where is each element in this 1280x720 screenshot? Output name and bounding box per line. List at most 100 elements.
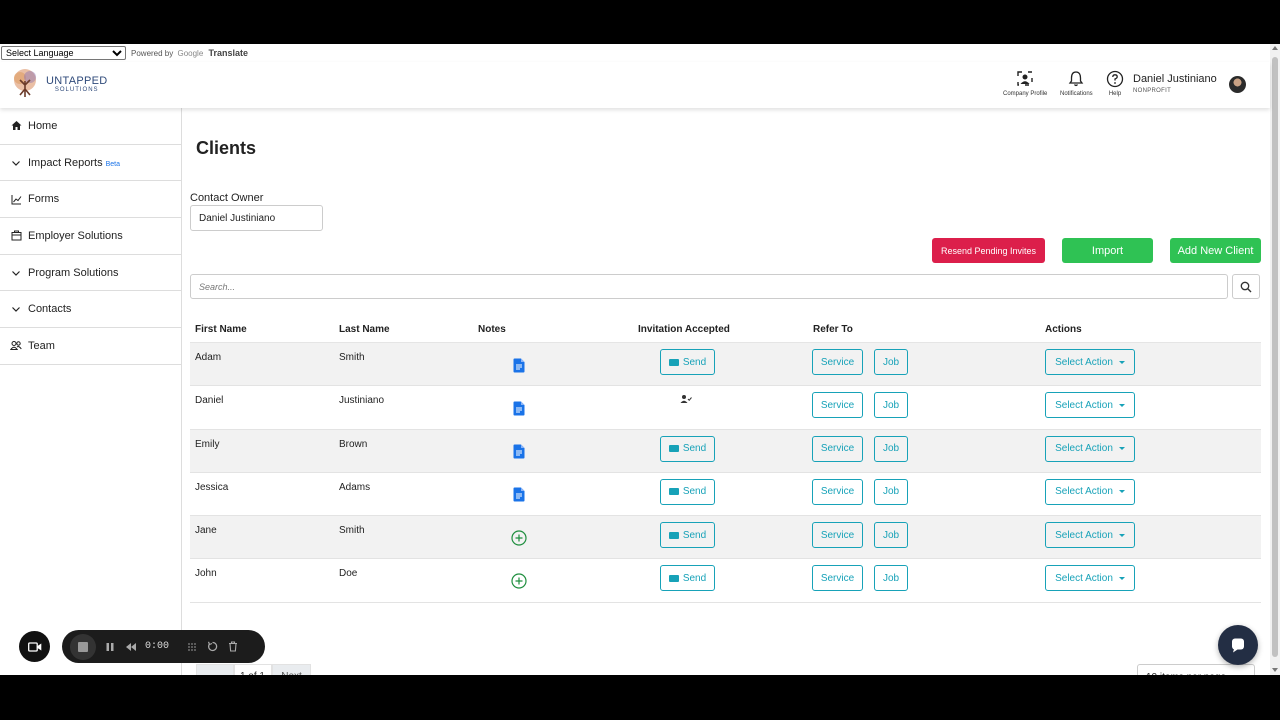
- select-action-dropdown[interactable]: Select Action: [1045, 478, 1135, 505]
- add-circle-icon[interactable]: [511, 573, 527, 590]
- add-new-client-button[interactable]: Add New Client: [1170, 238, 1261, 263]
- document-icon[interactable]: [511, 444, 527, 460]
- select-action-dropdown[interactable]: Select Action: [1045, 522, 1135, 549]
- sidebar-item-team[interactable]: Team: [0, 328, 181, 365]
- company-profile-button[interactable]: Company Profile: [1003, 70, 1047, 97]
- refer-service-button[interactable]: Service: [812, 392, 863, 419]
- header-refer-to: Refer To: [813, 324, 853, 335]
- envelope-icon: [668, 574, 679, 582]
- notifications-button[interactable]: Notifications: [1060, 70, 1093, 97]
- search-button[interactable]: [1232, 274, 1260, 299]
- user-role: NONPROFIT: [1133, 88, 1172, 94]
- refer-service-button[interactable]: Service: [812, 349, 863, 375]
- sidebar-item-contacts[interactable]: Contacts: [0, 291, 181, 329]
- google-translate-bar: Select Language Powered by Google Transl…: [0, 44, 1270, 62]
- avatar[interactable]: [1229, 76, 1246, 93]
- select-action-dropdown[interactable]: Select Action: [1045, 392, 1135, 419]
- sidebar-item-employer-solutions[interactable]: Employer Solutions: [0, 218, 181, 255]
- scroll-up-icon[interactable]: [1272, 46, 1278, 50]
- scroll-down-icon[interactable]: [1272, 668, 1278, 672]
- sidebar-item-forms[interactable]: Forms: [0, 181, 181, 219]
- powered-by-text: Powered by Google Translate: [131, 48, 249, 58]
- contact-owner-select[interactable]: Daniel Justiniano: [190, 205, 323, 231]
- chevron-down-icon: [10, 157, 22, 169]
- last-name-cell: Smith: [339, 352, 365, 363]
- restart-icon[interactable]: [207, 641, 218, 652]
- company-profile-icon: [1017, 71, 1033, 86]
- send-invite-button[interactable]: Send: [660, 565, 715, 592]
- logo-title: UNTAPPED: [46, 74, 108, 87]
- help-icon: [1106, 70, 1124, 88]
- refer-job-button[interactable]: Job: [874, 392, 908, 419]
- document-icon[interactable]: [511, 357, 527, 373]
- next-button[interactable]: Next: [272, 664, 311, 675]
- refer-job-button[interactable]: Job: [874, 522, 908, 549]
- envelope-icon: [668, 488, 679, 496]
- sidebar-item-program-solutions[interactable]: Program Solutions: [0, 255, 181, 292]
- first-name-cell: Jane: [195, 525, 217, 537]
- trash-icon[interactable]: [228, 641, 238, 652]
- brand-logo[interactable]: UNTAPPED SOLUTIONS: [8, 65, 130, 103]
- logo-subtitle: SOLUTIONS: [54, 86, 99, 93]
- document-icon[interactable]: [511, 487, 527, 503]
- recording-timer: 0:00: [145, 641, 170, 652]
- sidebar-item-impact-reports[interactable]: Impact Reports Beta: [0, 145, 181, 182]
- envelope-icon: [668, 445, 679, 453]
- select-action-dropdown[interactable]: Select Action: [1045, 435, 1135, 462]
- send-invite-button[interactable]: Send: [660, 349, 715, 375]
- send-invite-button[interactable]: Send: [660, 478, 715, 505]
- table-row: John Doe Send Service Job Select Action: [190, 559, 1261, 603]
- previous-button[interactable]: [196, 664, 234, 675]
- sidebar: Home Impact Reports Beta Forms Employer …: [0, 108, 182, 675]
- select-action-dropdown[interactable]: Select Action: [1045, 565, 1135, 592]
- items-per-page-select[interactable]: 10 items per page: [1137, 664, 1255, 675]
- pause-icon[interactable]: [105, 642, 115, 652]
- header-invitation-accepted: Invitation Accepted: [638, 324, 730, 335]
- header-first-name[interactable]: First Name: [195, 324, 247, 335]
- user-menu[interactable]: Daniel Justiniano NONPROFIT: [1133, 73, 1217, 94]
- table-body: Adam Smith Send Service Job Select Action Dani…: [190, 343, 1261, 603]
- camera-button[interactable]: [19, 631, 50, 662]
- header-notes: Notes: [478, 324, 506, 335]
- clients-table: First Name Last Name Notes Invitation Ac…: [190, 317, 1261, 603]
- last-name-cell: Justiniano: [339, 395, 385, 407]
- resend-pending-invites-button[interactable]: Resend Pending Invites: [932, 238, 1045, 263]
- sidebar-item-home[interactable]: Home: [0, 108, 181, 145]
- refer-service-button[interactable]: Service: [812, 435, 863, 462]
- send-invite-button[interactable]: Send: [660, 522, 715, 549]
- scrollbar-thumb[interactable]: [1272, 57, 1278, 657]
- language-select[interactable]: Select Language: [1, 46, 126, 60]
- document-icon[interactable]: [511, 400, 527, 416]
- refer-job-button[interactable]: Job: [874, 435, 908, 462]
- contact-owner-label: Contact Owner: [190, 192, 264, 204]
- select-action-dropdown[interactable]: Select Action: [1045, 349, 1135, 375]
- rewind-icon[interactable]: [125, 642, 137, 652]
- refer-job-button[interactable]: Job: [874, 478, 908, 505]
- search-input[interactable]: Search...: [190, 274, 1228, 299]
- header-last-name[interactable]: Last Name: [339, 324, 390, 335]
- page-indicator: 1 of 1: [234, 664, 272, 675]
- caret-down-icon: [1118, 360, 1125, 364]
- import-button[interactable]: Import: [1062, 238, 1153, 263]
- refer-service-button[interactable]: Service: [812, 522, 863, 549]
- video-camera-icon: [27, 641, 41, 652]
- send-invite-button[interactable]: Send: [660, 435, 715, 462]
- scrollbar[interactable]: [1270, 44, 1280, 675]
- caret-down-icon: [1118, 447, 1125, 451]
- chat-widget-button[interactable]: [1218, 625, 1258, 665]
- help-button[interactable]: Help: [1106, 70, 1124, 97]
- header-actions: Actions: [1045, 324, 1082, 335]
- add-circle-icon[interactable]: [511, 530, 527, 546]
- first-name-cell: Emily: [195, 438, 220, 450]
- refer-job-button[interactable]: Job: [874, 565, 908, 592]
- refer-service-button[interactable]: Service: [812, 565, 863, 592]
- stop-recording-button[interactable]: [70, 633, 96, 660]
- chart-line-icon: [10, 193, 22, 205]
- translate-link[interactable]: Translate: [209, 48, 249, 58]
- refer-job-button[interactable]: Job: [874, 349, 908, 375]
- invitation-accepted-icon: [680, 394, 692, 407]
- users-icon: [10, 340, 22, 352]
- grip-icon[interactable]: [187, 642, 197, 652]
- last-name-cell: Smith: [339, 525, 365, 537]
- refer-service-button[interactable]: Service: [812, 478, 863, 505]
